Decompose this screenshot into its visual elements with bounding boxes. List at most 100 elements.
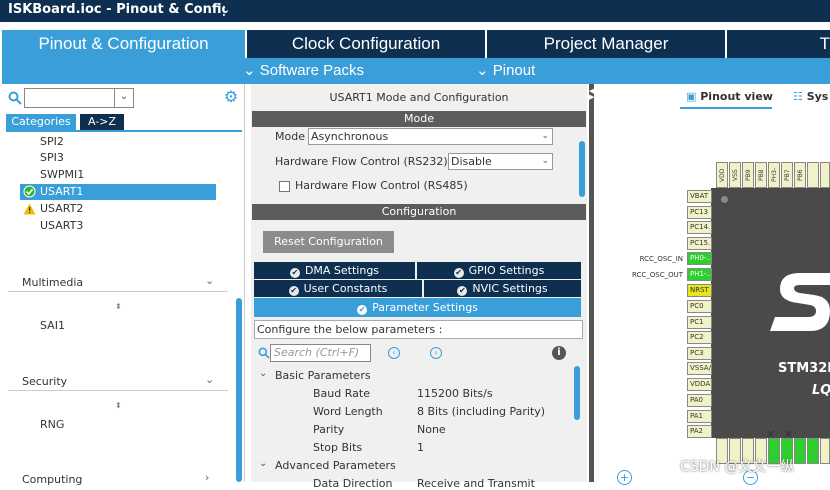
tab-parameter-settings[interactable]: ✔ Parameter Settings <box>254 298 581 317</box>
pin-pc3[interactable]: PC3 <box>687 347 712 360</box>
search-icon <box>258 347 270 359</box>
pin-pb6[interactable]: PB6 <box>794 162 806 188</box>
tab-project-manager[interactable]: Project Manager <box>487 30 725 58</box>
list-item-spi3[interactable]: SPI3 <box>40 150 64 166</box>
pin-pc13[interactable]: PC13 <box>687 206 712 219</box>
watermark: CSDN @文文一纵 <box>680 459 795 475</box>
divider <box>8 291 228 292</box>
pin-pc15[interactable]: PC15.. <box>687 237 712 250</box>
list-item-swpmi1[interactable]: SWPMI1 <box>40 167 84 183</box>
tab-tools[interactable]: T <box>727 30 830 58</box>
pin-pa1[interactable]: PA1 <box>687 410 712 423</box>
reset-configuration-button[interactable]: Reset Configuration <box>263 231 394 253</box>
param-name: Baud Rate <box>313 387 370 400</box>
sort-icon: ⬍ <box>115 302 122 311</box>
group-computing[interactable]: Computing <box>22 473 82 486</box>
zoom-in-icon[interactable]: + <box>617 470 632 485</box>
mode-select[interactable]: Asynchronous ⌄ <box>308 128 553 145</box>
pin-pc14[interactable]: PC14.. <box>687 221 712 234</box>
next-icon[interactable]: › <box>430 347 442 359</box>
param-value[interactable]: 1 <box>417 441 424 454</box>
pin-ph0[interactable]: PH0-.. <box>687 252 712 265</box>
tab-clock-configuration[interactable]: Clock Configuration <box>247 30 485 58</box>
pin-bottom-assigned[interactable] <box>807 438 819 464</box>
group-multimedia[interactable]: Multimedia <box>22 276 83 289</box>
tab-gpio-settings[interactable]: ✔ GPIO Settings <box>417 262 581 279</box>
pin-pa2[interactable]: PA2 <box>687 425 712 438</box>
param-value[interactable]: 115200 Bits/s <box>417 387 493 400</box>
list-item-spi2[interactable]: SPI2 <box>40 134 64 150</box>
chevron-down-icon[interactable]: ⌄ <box>205 274 214 287</box>
left-scrollbar[interactable] <box>236 298 242 482</box>
parameter-search-input[interactable]: Search (Ctrl+F) <box>270 344 371 362</box>
chevron-down-icon[interactable]: ⌄ <box>114 89 133 107</box>
chevron-down-icon: ⌄ <box>541 131 549 141</box>
pin-vdda[interactable]: VDDA.. <box>687 378 712 391</box>
list-item-usart1[interactable]: USART1 <box>40 184 83 200</box>
previous-icon[interactable]: ‹ <box>388 347 400 359</box>
window-title: ISKBoard.ioc - Pinout & Configur <box>0 0 228 22</box>
collapse-arrows-icon[interactable]: ◀ ▶ <box>589 88 594 101</box>
tab-pinout-view[interactable]: ▣ Pinout view <box>686 90 773 103</box>
list-item-sai1[interactable]: SAI1 <box>40 318 65 334</box>
pin-vdd[interactable]: VDD <box>716 162 728 188</box>
st-logo-icon <box>770 273 830 331</box>
mode-label: Mode <box>275 130 305 143</box>
pin-pc1[interactable]: PC1 <box>687 316 712 329</box>
info-icon[interactable]: i <box>552 346 566 360</box>
pin-vss[interactable]: VSS <box>729 162 741 188</box>
pin-vbat[interactable]: VBAT <box>687 190 712 203</box>
search-icon <box>8 91 22 105</box>
group-security[interactable]: Security <box>22 375 67 388</box>
sort-icon: ⬍ <box>115 401 122 410</box>
check-circle-icon: ✔ <box>288 286 299 296</box>
tab-user-constants[interactable]: ✔ User Constants <box>254 280 422 297</box>
menu-pinout[interactable]: ⌄ Pinout <box>476 58 535 84</box>
pin-top[interactable] <box>807 162 819 188</box>
pin-pb9[interactable]: PB9 <box>742 162 754 188</box>
mode-scrollbar[interactable] <box>579 141 585 197</box>
menu-software-packs[interactable]: ⌄ Software Packs <box>243 58 364 84</box>
chevron-down-icon: ⌄ <box>476 62 493 79</box>
tab-system-view[interactable]: ☷ Sys <box>793 90 828 103</box>
pin-pc0[interactable]: PC0 <box>687 300 712 313</box>
rs485-checkbox[interactable] <box>279 181 290 192</box>
pin-vssa[interactable]: VSSA/.. <box>687 362 712 375</box>
chevron-down-icon[interactable]: ⌄ <box>259 368 267 379</box>
tab-categories[interactable]: Categories <box>6 114 76 130</box>
pin-bottom-assigned[interactable] <box>794 438 806 464</box>
chip-package: LQ <box>812 383 830 398</box>
list-item-usart3[interactable]: USART3 <box>40 218 83 234</box>
basic-parameters-group[interactable]: Basic Parameters <box>275 369 371 382</box>
chevron-down-icon[interactable]: ⌄ <box>205 373 214 386</box>
warning-icon <box>23 203 36 215</box>
gear-icon[interactable]: ⚙ <box>222 88 240 106</box>
pin-top[interactable] <box>820 162 830 188</box>
chevron-right-icon[interactable]: › <box>205 471 209 484</box>
tab-nvic-settings[interactable]: ✔ NVIC Settings <box>424 280 581 297</box>
param-value[interactable]: 8 Bits (including Parity) <box>417 405 545 418</box>
tab-a-to-z[interactable]: A->Z <box>80 114 124 130</box>
pin-ph3[interactable]: PH3- <box>768 162 780 188</box>
list-item-rng[interactable]: RNG <box>40 417 64 433</box>
pin-pb8[interactable]: PB8 <box>755 162 767 188</box>
parameter-scrollbar[interactable] <box>574 366 580 420</box>
pin-bottom[interactable] <box>820 438 830 464</box>
param-value[interactable]: Receive and Transmit <box>417 477 535 490</box>
param-name: Parity <box>313 423 345 436</box>
hw-flow-select[interactable]: Disable ⌄ <box>448 153 553 170</box>
pin-ph1[interactable]: PH1-.. <box>687 268 712 281</box>
tab-dma-settings[interactable]: ✔ DMA Settings <box>254 262 415 279</box>
pin-pb7[interactable]: PB7 <box>781 162 793 188</box>
tab-pinout-configuration[interactable]: Pinout & Configuration <box>2 30 245 58</box>
divider <box>8 390 228 391</box>
advanced-parameters-group[interactable]: Advanced Parameters <box>275 459 396 472</box>
sub-menu-bar <box>2 58 830 84</box>
param-value[interactable]: None <box>417 423 446 436</box>
pin-nrst[interactable]: NRST <box>687 284 712 297</box>
list-item-usart2[interactable]: USART2 <box>40 201 83 217</box>
panel-splitter[interactable] <box>589 84 594 482</box>
pin-pa0[interactable]: PA0 <box>687 394 712 407</box>
chevron-down-icon[interactable]: ⌄ <box>259 458 267 469</box>
pin-pc2[interactable]: PC2 <box>687 331 712 344</box>
